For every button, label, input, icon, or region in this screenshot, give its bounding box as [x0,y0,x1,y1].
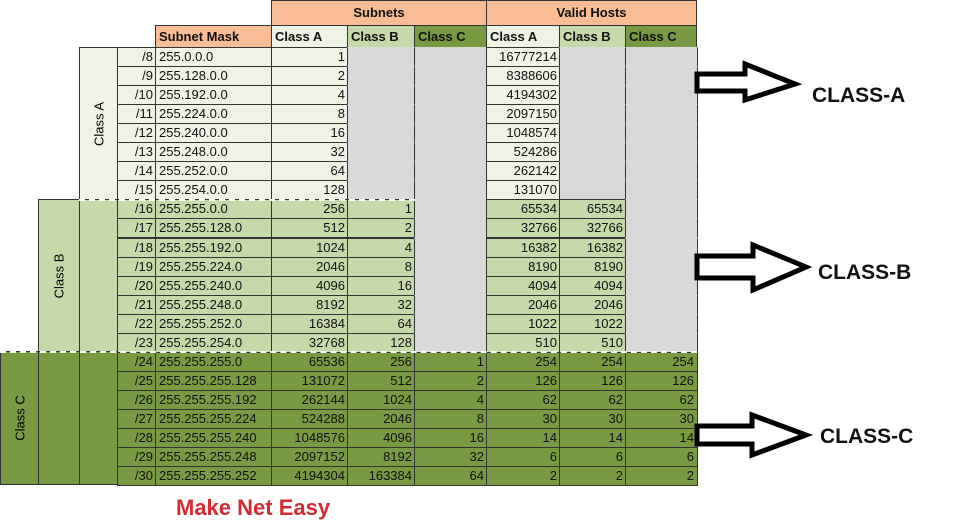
class-a-annotation: CLASS-A [812,84,906,107]
arrow-right-icon [694,411,814,459]
arrow-right-icon [694,60,803,104]
brand-watermark: Make Net Easy [176,495,331,520]
class-b-annotation: CLASS-B [818,261,912,284]
class-c-annotation: CLASS-C [820,425,914,448]
arrow-right-icon [694,241,813,294]
arrows-layer [694,60,814,459]
